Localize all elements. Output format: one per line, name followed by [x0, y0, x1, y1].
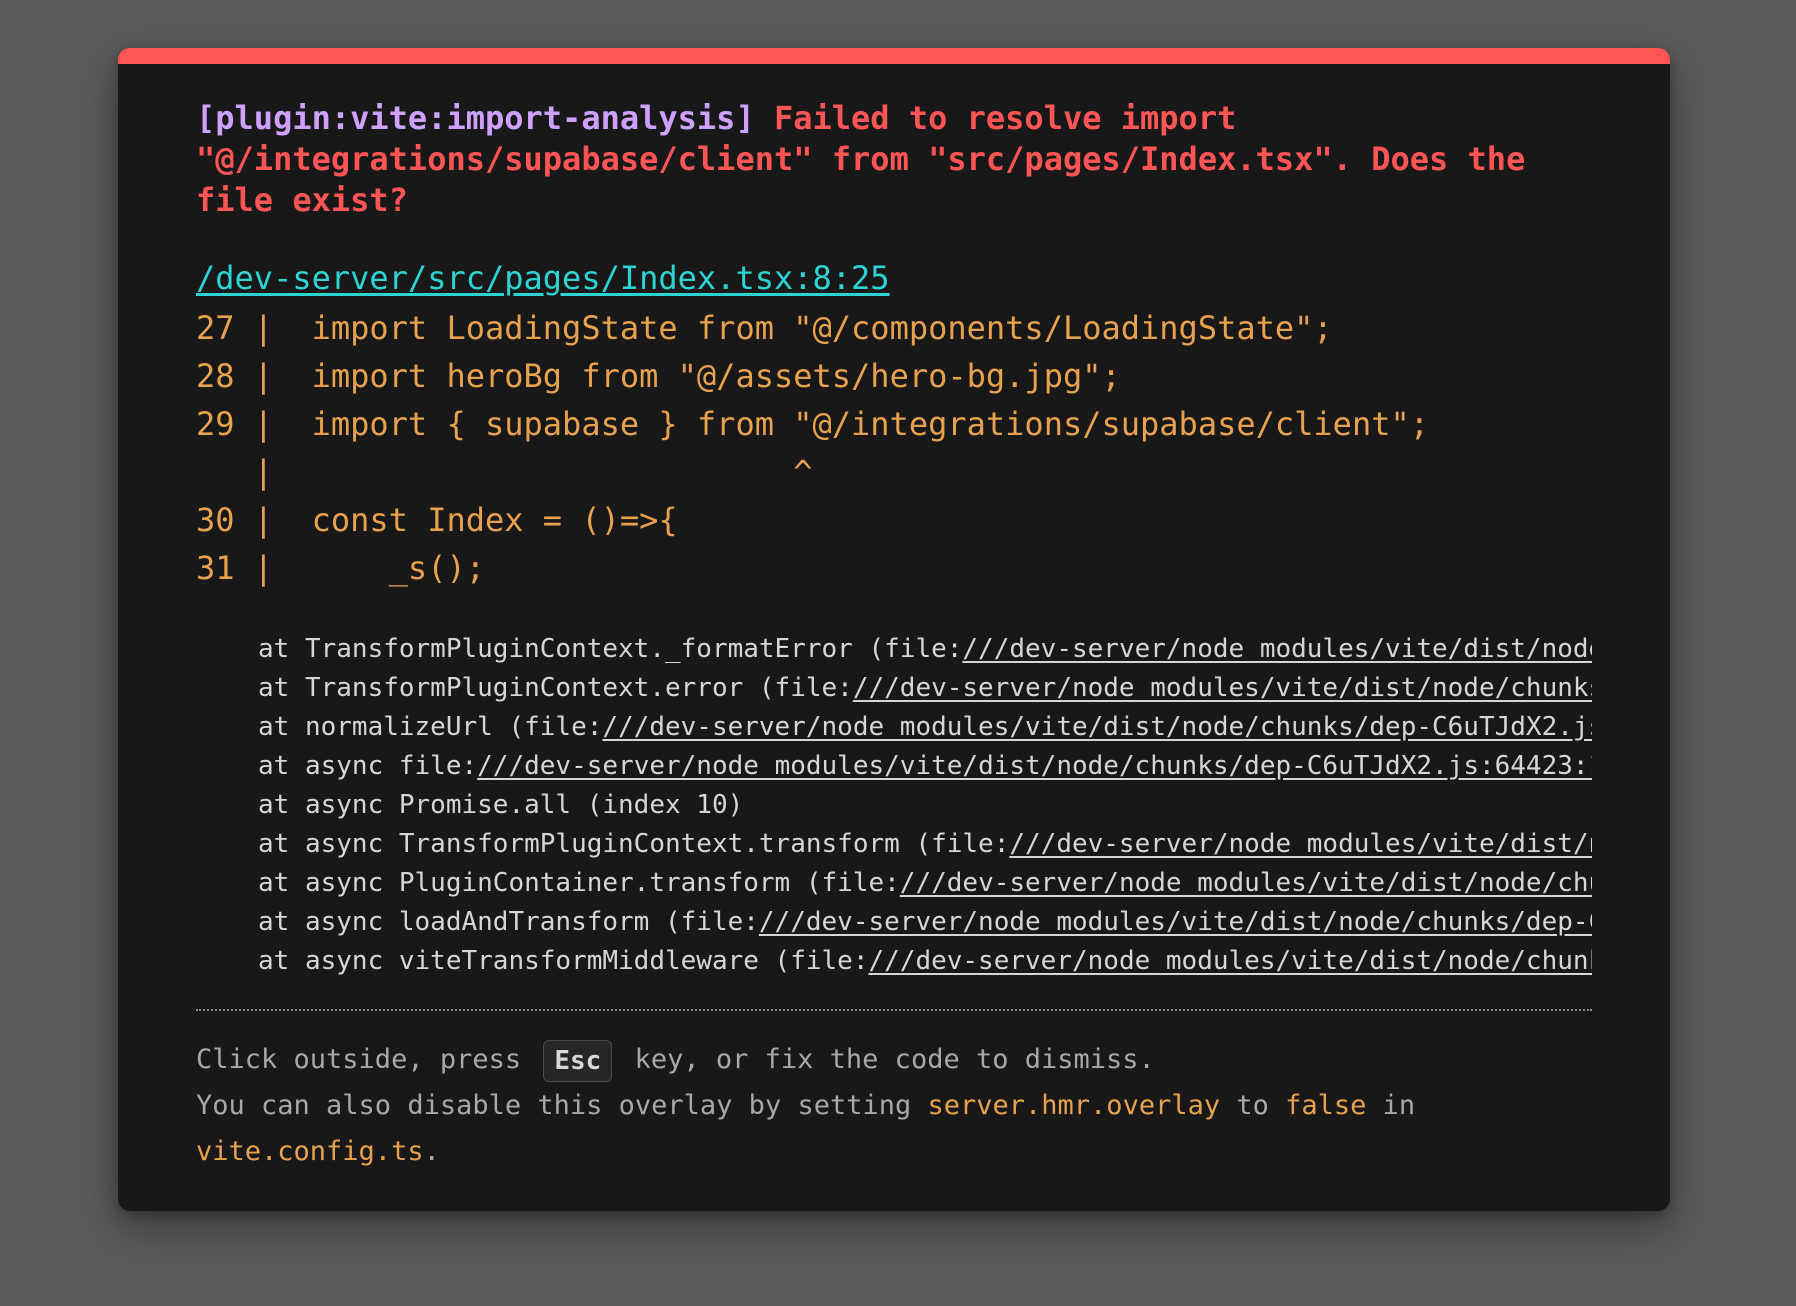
code-frame-line: 27 | import LoadingState from "@/compone… — [196, 309, 1333, 347]
tip-text: to — [1220, 1090, 1286, 1121]
stack-file-link[interactable]: ///dev-server/node_modules/vite/dist/nod… — [602, 712, 1592, 742]
error-accent-bar — [118, 48, 1670, 64]
stack-line: at async PluginContainer.transform (file… — [258, 864, 1592, 903]
dismiss-tip: Click outside, press Esc key, or fix the… — [196, 1037, 1592, 1175]
tip-divider — [196, 1009, 1592, 1011]
code-frame: 27 | import LoadingState from "@/compone… — [196, 304, 1592, 592]
stack-file-link[interactable]: ///dev-server/node_modules/vite/dist/nod… — [962, 634, 1592, 664]
stack-line: at async viteTransformMiddleware (file:/… — [258, 942, 1592, 981]
code-frame-caret: | ^ — [196, 453, 813, 491]
stack-line-text: at TransformPluginContext.error (file: — [258, 673, 853, 703]
stack-line-text: at async loadAndTransform (file: — [258, 907, 759, 937]
stack-file-link[interactable]: ///dev-server/node_modules/vite/dist/nod… — [1009, 829, 1592, 859]
plugin-tag: [plugin:vite:import-analysis] — [196, 99, 755, 137]
stack-line: at async loadAndTransform (file:///dev-s… — [258, 903, 1592, 942]
stack-file-link[interactable]: ///dev-server/node_modules/vite/dist/nod… — [477, 751, 1592, 781]
code-frame-line: 28 | import heroBg from "@/assets/hero-b… — [196, 357, 1121, 395]
stack-file-link[interactable]: ///dev-server/node_modules/vite/dist/nod… — [868, 946, 1592, 976]
error-overlay: [plugin:vite:import-analysis] Failed to … — [118, 48, 1670, 1211]
stack-trace: at TransformPluginContext._formatError (… — [196, 630, 1592, 981]
stack-line-text: at normalizeUrl (file: — [258, 712, 603, 742]
esc-key: Esc — [543, 1039, 613, 1082]
error-message: [plugin:vite:import-analysis] Failed to … — [196, 98, 1592, 221]
false-value: false — [1285, 1090, 1367, 1121]
stack-line-text: at async viteTransformMiddleware (file: — [258, 946, 869, 976]
stack-line-text: at async TransformPluginContext.transfor… — [258, 829, 1010, 859]
error-content: [plugin:vite:import-analysis] Failed to … — [196, 98, 1592, 1175]
stack-file-link[interactable]: ///dev-server/node_modules/vite/dist/nod… — [759, 907, 1592, 937]
stack-line: at async TransformPluginContext.transfor… — [258, 825, 1592, 864]
stack-line-text: at TransformPluginContext._formatError (… — [258, 634, 963, 664]
stack-file-link[interactable]: ///dev-server/node_modules/vite/dist/nod… — [853, 673, 1592, 703]
stack-line: at normalizeUrl (file:///dev-server/node… — [258, 708, 1592, 747]
tip-text: . — [423, 1136, 440, 1167]
code-frame-line: 30 | const Index = ()=>{ — [196, 501, 678, 539]
tip-line-2: You can also disable this overlay by set… — [196, 1083, 1592, 1129]
tip-line-1: Click outside, press Esc key, or fix the… — [196, 1037, 1592, 1083]
tip-text: in — [1366, 1090, 1416, 1121]
stack-line-text: at async Promise.all (index 10) — [258, 790, 744, 820]
config-key: server.hmr.overlay — [927, 1090, 1221, 1121]
code-frame-line: 31 | _s(); — [196, 549, 485, 587]
stack-line: at async Promise.all (index 10) — [258, 786, 1592, 825]
stack-line-text: at async PluginContainer.transform (file… — [258, 868, 900, 898]
stack-line: at TransformPluginContext.error (file://… — [258, 669, 1592, 708]
error-file-link[interactable]: /dev-server/src/pages/Index.tsx:8:25 — [196, 258, 890, 298]
config-file: vite.config.ts — [196, 1136, 424, 1167]
tip-text: key, or fix the code to dismiss. — [618, 1044, 1155, 1075]
stack-line: at async file:///dev-server/node_modules… — [258, 747, 1592, 786]
tip-text: You can also disable this overlay by set… — [196, 1090, 928, 1121]
tip-text: Click outside, press — [196, 1044, 538, 1075]
stack-line-text: at async file: — [258, 751, 478, 781]
stack-file-link[interactable]: ///dev-server/node_modules/vite/dist/nod… — [900, 868, 1592, 898]
code-frame-line: 29 | import { supabase } from "@/integra… — [196, 405, 1429, 443]
tip-line-3: vite.config.ts. — [196, 1129, 1592, 1175]
stack-line: at TransformPluginContext._formatError (… — [258, 630, 1592, 669]
